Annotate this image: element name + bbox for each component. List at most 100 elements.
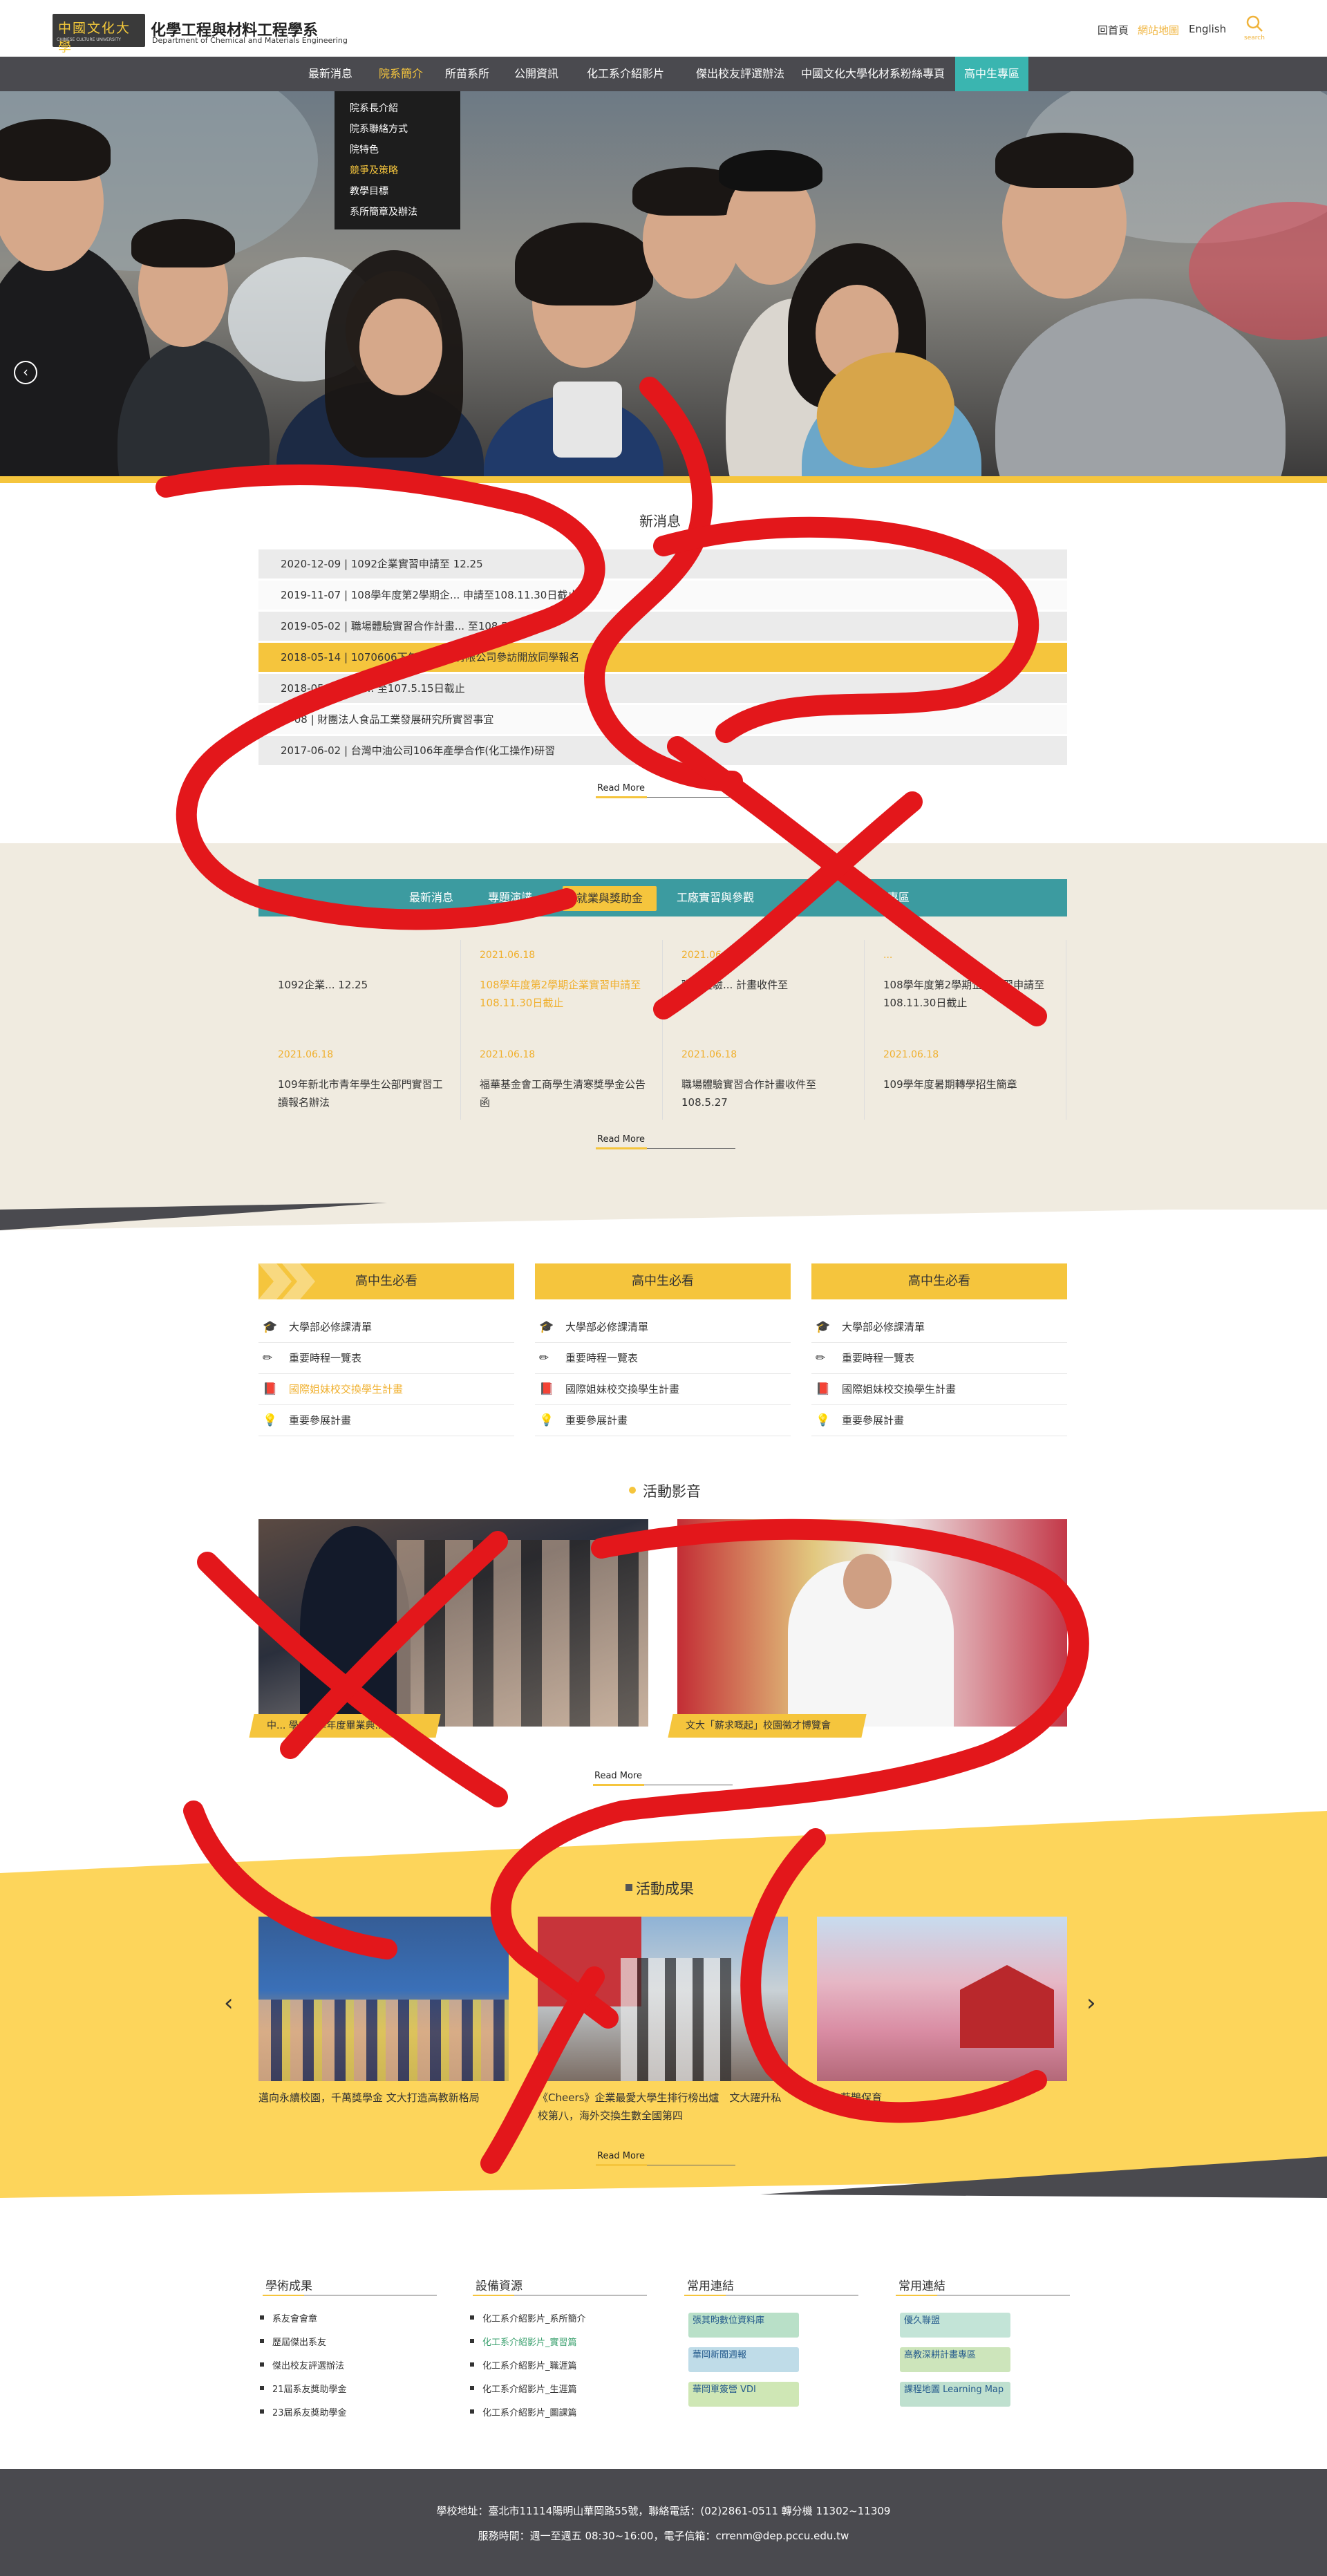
footer-col-rule — [684, 2295, 858, 2296]
dropdown-item-rules[interactable]: 系所簡章及辦法 — [350, 205, 417, 218]
card-text: 福華基金會工商學生清寒獎學金公告函 — [480, 1078, 646, 1109]
video-thumbnail[interactable] — [677, 1519, 1067, 1727]
dropdown-item-contact[interactable]: 院系聯絡方式 — [350, 122, 408, 135]
tab-lectures[interactable]: 專題演講 — [476, 879, 545, 916]
home-link[interactable]: 回首頁 — [1098, 23, 1129, 37]
video-thumbnail[interactable] — [258, 1519, 648, 1727]
list-item[interactable]: 🎓 大學部必修課清單 — [535, 1312, 791, 1343]
tab-parents[interactable]: 家長專區 — [853, 879, 922, 916]
list-item[interactable]: 💡 重要參展計畫 — [258, 1405, 514, 1436]
carousel-next-arrow[interactable]: › — [1086, 1989, 1096, 2017]
achievement-image[interactable] — [538, 1917, 788, 2081]
nav-highschool[interactable]: 高中生專區 — [955, 57, 1028, 91]
news-read-more[interactable]: Read More — [597, 783, 645, 793]
footer-link[interactable]: 歷屆傑出系友 — [260, 2335, 326, 2348]
nav-intro-video[interactable]: 化工系介紹影片 — [574, 57, 677, 91]
news-row[interactable]: 2019-11-07 | 108學年度第2學期企... 申請至108.11.30… — [258, 581, 1067, 610]
list-item[interactable]: 📕 國際姐妹校交換學生計畫 — [535, 1374, 791, 1405]
news-card[interactable]: ... 108學年度第2學期企業實習申請至108.11.30日截止 — [864, 940, 1066, 1035]
graduation-cap-icon: 🎓 — [816, 1320, 831, 1334]
list-item[interactable]: 💡 重要參展計畫 — [811, 1405, 1067, 1436]
link-badge[interactable]: 高教深耕計畫專區 — [900, 2347, 1010, 2372]
news-row[interactable]: 2020-12-09 | 1092企業實習申請至 12.25 — [258, 549, 1067, 579]
news-row[interactable]: ...-08 | 財團法人食品工業發展研究所實習事宜 — [258, 705, 1067, 734]
link-badge[interactable]: 優久聯盟 — [900, 2313, 1010, 2338]
achievement-image[interactable] — [817, 1917, 1067, 2081]
tab-factory-intern[interactable]: 工廠實習與參觀 — [670, 879, 760, 916]
achievement-image[interactable] — [258, 1917, 509, 2081]
nav-departments[interactable]: 所苗系所 — [434, 57, 500, 91]
link-badge[interactable]: 課程地圖 Learning Map — [900, 2382, 1010, 2407]
link-badge[interactable]: 張其昀數位資料庫 — [688, 2313, 799, 2338]
news-card[interactable]: 2021.06.18 109學年度暑期轉學招生簡章 — [864, 1040, 1066, 1135]
videos-read-more[interactable]: Read More — [594, 1771, 642, 1781]
hero-accent-bar — [0, 476, 1327, 483]
dropdown-item-goals[interactable]: 教學目標 — [350, 184, 388, 198]
link-badge[interactable]: 華岡單簽營 VDI — [688, 2382, 799, 2407]
news-row[interactable]: 2017-06-02 | 台灣中油公司106年產學合作(化工操作)研習 — [258, 736, 1067, 765]
nav-public-info[interactable]: 公開資訊 — [503, 57, 570, 91]
news-card[interactable]: 2021.06.18 福華基金會工商學生清寒獎學金公告函 — [460, 1040, 662, 1135]
footer-link[interactable]: 化工系介紹影片_生涯篇 — [470, 2382, 577, 2395]
list-item[interactable]: 📕 國際姐妹校交換學生計畫 — [258, 1374, 514, 1405]
news-card[interactable]: 2021.06.18 職場體驗實習合作計畫收件至108.5.27 — [662, 1040, 864, 1135]
footer-link[interactable]: 21屆系友獎助學金 — [260, 2382, 347, 2395]
lightbulb-icon: 💡 — [263, 1413, 278, 1427]
news-row[interactable]: 2018-05-04 | 10... 至107.5.15日截止 — [258, 674, 1067, 703]
read-more-rule — [647, 1148, 735, 1149]
footer-link[interactable]: 23屆系友獎助學金 — [260, 2405, 347, 2418]
hero-prev-arrow[interactable]: ‹ — [14, 361, 37, 384]
pencil-icon: ✏ — [539, 1351, 549, 1365]
news-card[interactable]: 1092企業... 12.25 — [258, 940, 460, 1035]
achievements-read-more[interactable]: Read More — [597, 2151, 645, 2161]
carousel-prev-arrow[interactable]: ‹ — [224, 1989, 234, 2017]
must-read-header: 高中生必看 — [811, 1263, 1067, 1299]
must-read-header: 高中生必看 — [535, 1263, 791, 1299]
english-link[interactable]: English — [1189, 23, 1226, 35]
nav-about[interactable]: 院系簡介 — [368, 57, 434, 91]
achievement-caption[interactable]: 邁向永續校園，千萬獎學金 文大打造高教新格局 — [258, 2089, 509, 2107]
footer-link[interactable]: 化工系介紹影片_實習篇 — [470, 2335, 577, 2348]
link-badge[interactable]: 華岡新聞週報 — [688, 2347, 799, 2372]
section-square-icon — [625, 1884, 632, 1891]
footer-link[interactable]: 傑出校友評選辦法 — [260, 2358, 344, 2371]
news-row-highlighted[interactable]: 2018-05-14 | 1070606下午 畢德... 有限公司參訪開放同學報… — [258, 643, 1067, 672]
list-item[interactable]: 💡 重要參展計畫 — [535, 1405, 791, 1436]
page: 中國文化大學 CHINESE CULTURE UNIVERSITY 化學工程與材… — [0, 0, 1327, 2576]
dropdown-item-head[interactable]: 院系長介紹 — [350, 101, 398, 115]
sitemap-link[interactable]: 網站地圖 — [1138, 23, 1179, 37]
video-caption[interactable]: 文大「薪求嘅起」校園徵才博覽會 — [668, 1714, 867, 1738]
list-item[interactable]: 🎓 大學部必修課清單 — [811, 1312, 1067, 1343]
graduation-cap-icon: 🎓 — [539, 1320, 554, 1334]
read-more-underline — [596, 796, 647, 798]
video-caption[interactable]: 中... 學109學年度畢業典... — [249, 1714, 441, 1738]
tabs-read-more[interactable]: Read More — [597, 1134, 645, 1145]
footer-link[interactable]: 系友會會章 — [260, 2311, 317, 2324]
achievement-caption[interactable]: 《Cheers》企業最愛大學生排行榜出爐 文大躍升私校第八，海外交換生數全國第四 — [538, 2089, 788, 2125]
tab-other[interactable]: ... — [784, 879, 825, 916]
list-item[interactable]: 🎓 大學部必修課清單 — [258, 1312, 514, 1343]
dropdown-item-features[interactable]: 院特色 — [350, 142, 379, 156]
site-footer: 學校地址：臺北市11114陽明山華岡路55號，聯絡電話：(02)2861-051… — [0, 2469, 1327, 2576]
news-card[interactable]: 2021.06.18 職場體驗... 計畫收件至 — [662, 940, 864, 1035]
pencil-icon: ✏ — [816, 1351, 826, 1365]
list-item[interactable]: ✏ 重要時程一覽表 — [258, 1343, 514, 1374]
read-more-rule — [647, 797, 735, 798]
tab-latest[interactable]: 最新消息 — [397, 879, 466, 916]
nav-fan-page[interactable]: 中國文化大學化材系粉絲專頁 — [793, 57, 952, 91]
nav-alumni-rules[interactable]: 傑出校友評選辦法 — [681, 57, 799, 91]
tab-employment[interactable]: 就業與獎助金 — [563, 886, 657, 911]
news-card[interactable]: 2021.06.18 108學年度第2學期企業實習申請至108.11.30日截止 — [460, 940, 662, 1035]
footer-link[interactable]: 化工系介紹影片_圖課篇 — [470, 2405, 577, 2418]
university-logo[interactable]: 中國文化大學 CHINESE CULTURE UNIVERSITY — [53, 14, 145, 55]
footer-link[interactable]: 化工系介紹影片_職涯篇 — [470, 2358, 577, 2371]
achievement-caption[interactable]: 文... 藍鵲保育 — [817, 2089, 1067, 2107]
footer-link[interactable]: 化工系介紹影片_系所簡介 — [470, 2311, 586, 2324]
news-card[interactable]: 2021.06.18 109年新北市青年學生公部門實習工讀報名辦法 — [258, 1040, 460, 1135]
news-row[interactable]: 2019-05-02 | 職場體驗實習合作計畫... 至108.5.27 — [258, 612, 1067, 641]
dropdown-item-strategy[interactable]: 競爭及策略 — [350, 163, 398, 177]
list-item[interactable]: ✏ 重要時程一覽表 — [811, 1343, 1067, 1374]
list-item[interactable]: 📕 國際姐妹校交換學生計畫 — [811, 1374, 1067, 1405]
nav-latest-news[interactable]: 最新消息 — [297, 57, 364, 91]
list-item[interactable]: ✏ 重要時程一覽表 — [535, 1343, 791, 1374]
